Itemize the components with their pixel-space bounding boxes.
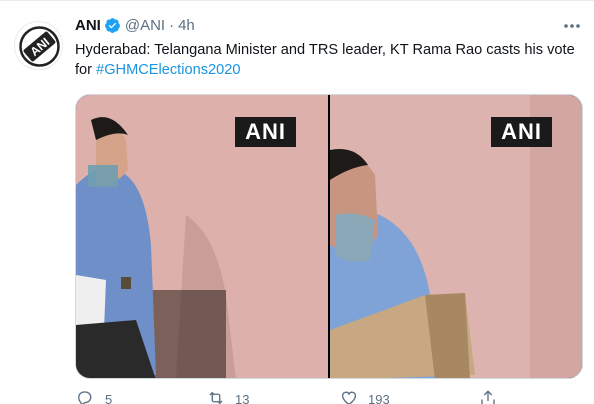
reply-count: 5	[105, 392, 113, 404]
more-icon[interactable]	[562, 18, 582, 34]
hashtag-link[interactable]: #GHMCElections2020	[96, 62, 240, 78]
retweet-icon	[206, 389, 226, 404]
retweet-count: 13	[235, 392, 250, 404]
author-avatar[interactable]: ANI	[14, 21, 63, 70]
ani-watermark-right: ANI	[491, 117, 552, 147]
verified-badge-icon	[104, 17, 121, 34]
tweet-card[interactable]: ANI ANI @ANI · 4h Hyderabad: Telangana M…	[0, 0, 594, 404]
tweet-actions: 5 13 193	[75, 389, 545, 404]
tweet-header: ANI @ANI · 4h	[75, 15, 195, 35]
like-count: 193	[368, 392, 390, 404]
share-button[interactable]	[479, 389, 497, 404]
like-button[interactable]: 193	[340, 389, 390, 404]
tweet-media[interactable]: ANI ANI	[75, 94, 583, 379]
author-handle[interactable]: @ANI	[125, 17, 165, 34]
tweet-text: Hyderabad: Telangana Minister and TRS le…	[75, 41, 575, 80]
author-name[interactable]: ANI	[75, 17, 101, 34]
like-icon	[340, 389, 358, 404]
retweet-button[interactable]: 13	[206, 389, 249, 404]
separator-dot: ·	[169, 16, 175, 34]
reply-icon	[75, 389, 93, 404]
media-image-right[interactable]: ANI	[330, 95, 582, 378]
media-image-left[interactable]: ANI	[76, 95, 328, 378]
reply-button[interactable]: 5	[75, 389, 112, 404]
ani-logo-icon: ANI	[15, 22, 62, 69]
tweet-time[interactable]: 4h	[178, 17, 195, 34]
share-icon	[479, 389, 497, 404]
ani-watermark-left: ANI	[235, 117, 296, 147]
